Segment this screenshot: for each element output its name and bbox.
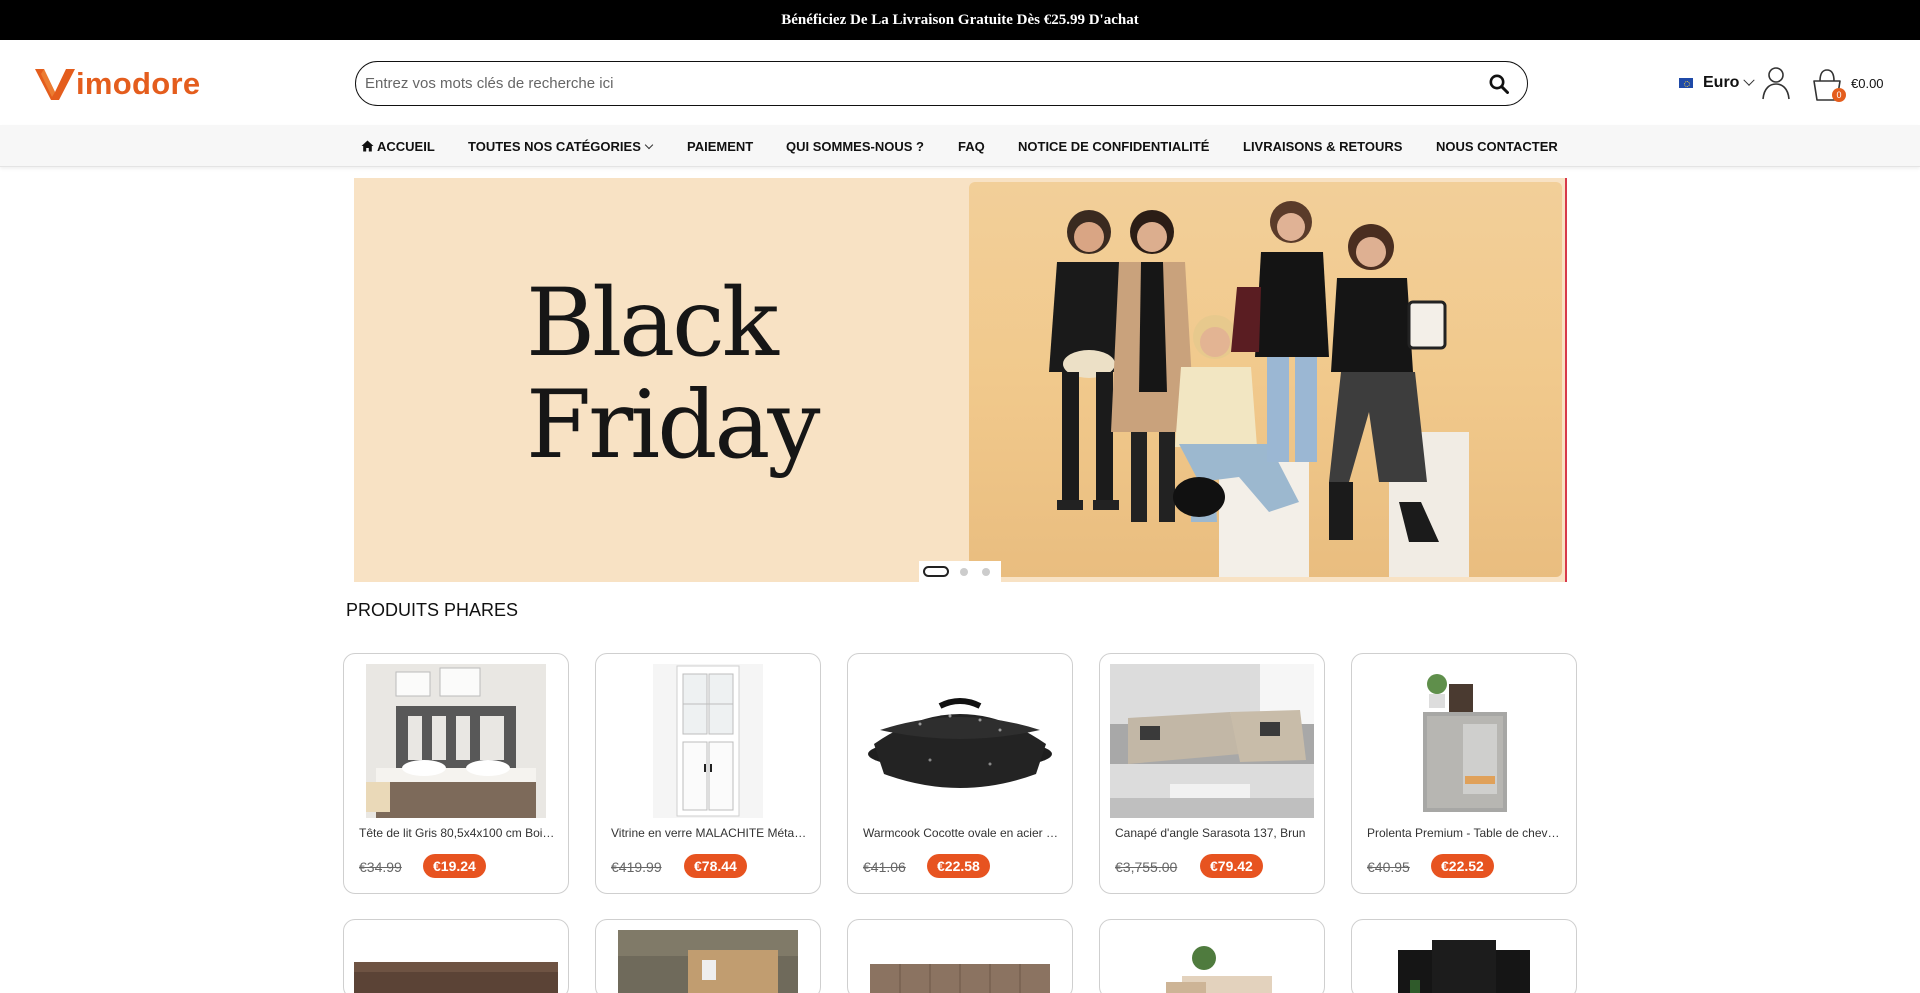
- user-icon: [1762, 67, 1790, 100]
- nav-item-shipping[interactable]: LIVRAISONS & RETOURS: [1243, 125, 1402, 167]
- nav-item-paiement[interactable]: PAIEMENT: [687, 125, 753, 167]
- search-icon: [1489, 74, 1509, 94]
- nav-item-label: NOTICE DE CONFIDENTIALITÉ: [1018, 138, 1210, 154]
- product-image: [354, 930, 558, 993]
- currency-selector[interactable]: Euro: [1679, 74, 1756, 92]
- product-price-badge: €22.58: [927, 854, 990, 878]
- nav-item-contact[interactable]: NOUS CONTACTER: [1436, 125, 1558, 167]
- hero-banner[interactable]: Black Friday: [354, 178, 1567, 582]
- nav-item-label: NOUS CONTACTER: [1436, 138, 1558, 154]
- announcement-bar: Bénéficiez De La Livraison Gratuite Dès …: [0, 0, 1920, 40]
- product-card[interactable]: [1351, 919, 1577, 993]
- nav-item-label: QUI SOMMES-NOUS ?: [786, 138, 924, 154]
- product-card[interactable]: Tête de lit Gris 80,5x4x100 cm Bois mass…: [343, 653, 569, 894]
- banner-title: Black Friday: [526, 269, 821, 480]
- product-title: Canapé d'angle Sarasota 137, Brun: [1115, 826, 1306, 840]
- banner-edge-line: [1565, 178, 1567, 582]
- product-image: [1110, 664, 1314, 818]
- nav-item-about[interactable]: QUI SOMMES-NOUS ?: [786, 125, 924, 167]
- product-card[interactable]: Canapé d'angle Sarasota 137, Brun €3,755…: [1099, 653, 1325, 894]
- product-old-price: €3,755.00: [1115, 859, 1178, 875]
- carousel-dot-3[interactable]: [982, 567, 990, 576]
- product-card[interactable]: Warmcook Cocotte ovale en acier émaillé …: [847, 653, 1073, 894]
- site-header: imodore Euro 0 €0.00: [0, 40, 1920, 125]
- currency-label: Euro: [1703, 74, 1740, 91]
- nav-item-label: FAQ: [958, 138, 985, 154]
- product-image: [606, 664, 810, 818]
- nav-item-accueil[interactable]: ACCUEIL: [361, 125, 435, 167]
- chevron-down-icon: [1743, 74, 1756, 86]
- carousel-dot-1[interactable]: [923, 566, 949, 577]
- product-title: Vitrine en verre MALACHITE Métal blanc: [611, 826, 807, 840]
- account-button[interactable]: [1761, 66, 1791, 100]
- product-old-price: €419.99: [611, 859, 662, 875]
- banner-title-line1: Black: [526, 269, 779, 378]
- product-card[interactable]: [1099, 919, 1325, 993]
- product-image: [858, 664, 1062, 818]
- logo-text: imodore: [76, 66, 201, 101]
- product-image: [858, 930, 1062, 993]
- carousel-dots: [919, 561, 1001, 582]
- product-image: [1362, 664, 1566, 818]
- product-card[interactable]: Vitrine en verre MALACHITE Métal blanc €…: [595, 653, 821, 894]
- search-button[interactable]: [1477, 62, 1521, 105]
- nav-item-label: LIVRAISONS & RETOURS: [1243, 138, 1403, 154]
- product-old-price: €40.95: [1367, 859, 1410, 875]
- product-card[interactable]: [343, 919, 569, 993]
- chevron-down-icon: [644, 140, 654, 149]
- nav-item-label: PAIEMENT: [687, 138, 754, 154]
- product-price-badge: €78.44: [684, 854, 747, 878]
- logo-v-mark: [35, 69, 75, 100]
- product-title: Warmcook Cocotte ovale en acier émaillé: [863, 826, 1059, 840]
- nav-item-faq[interactable]: FAQ: [958, 125, 985, 167]
- main-nav: ACCUEIL TOUTES NOS CATÉGORIES PAIEMENT Q…: [0, 125, 1920, 167]
- banner-models-illustration: [1049, 201, 1469, 577]
- home-icon: [361, 140, 374, 152]
- product-image: [1110, 930, 1314, 993]
- nav-item-label: TOUTES NOS CATÉGORIES: [468, 138, 641, 154]
- product-card[interactable]: [595, 919, 821, 993]
- product-image: [1362, 930, 1566, 993]
- product-old-price: €34.99: [359, 859, 402, 875]
- eu-flag-icon: [1679, 78, 1693, 88]
- banner-title-line2: Friday: [526, 371, 821, 480]
- section-title-featured: PRODUITS PHARES: [346, 600, 519, 620]
- product-image: [606, 930, 810, 993]
- banner-photo: [969, 182, 1562, 577]
- product-card[interactable]: [847, 919, 1073, 993]
- search-bar: [355, 61, 1528, 106]
- nav-item-label: ACCUEIL: [377, 138, 435, 154]
- carousel-dot-2[interactable]: [960, 567, 968, 576]
- product-title: Prolenta Premium - Table de chevet Sonom…: [1367, 826, 1563, 840]
- cart-total: €0.00: [1851, 76, 1884, 91]
- announcement-text: Bénéficiez De La Livraison Gratuite Dès …: [781, 11, 1139, 28]
- cart-count-badge: 0: [1832, 88, 1846, 102]
- product-old-price: €41.06: [863, 859, 906, 875]
- product-price-badge: €19.24: [423, 854, 486, 878]
- search-input[interactable]: [356, 62, 1477, 105]
- nav-item-privacy[interactable]: NOTICE DE CONFIDENTIALITÉ: [1018, 125, 1209, 167]
- nav-item-categories[interactable]: TOUTES NOS CATÉGORIES: [468, 125, 654, 167]
- product-image: [354, 664, 558, 818]
- site-logo[interactable]: imodore: [34, 64, 200, 104]
- product-price-badge: €22.52: [1431, 854, 1494, 878]
- product-title: Tête de lit Gris 80,5x4x100 cm Bois mass…: [359, 826, 555, 840]
- product-price-badge: €79.42: [1200, 854, 1263, 878]
- product-card[interactable]: Prolenta Premium - Table de chevet Sonom…: [1351, 653, 1577, 894]
